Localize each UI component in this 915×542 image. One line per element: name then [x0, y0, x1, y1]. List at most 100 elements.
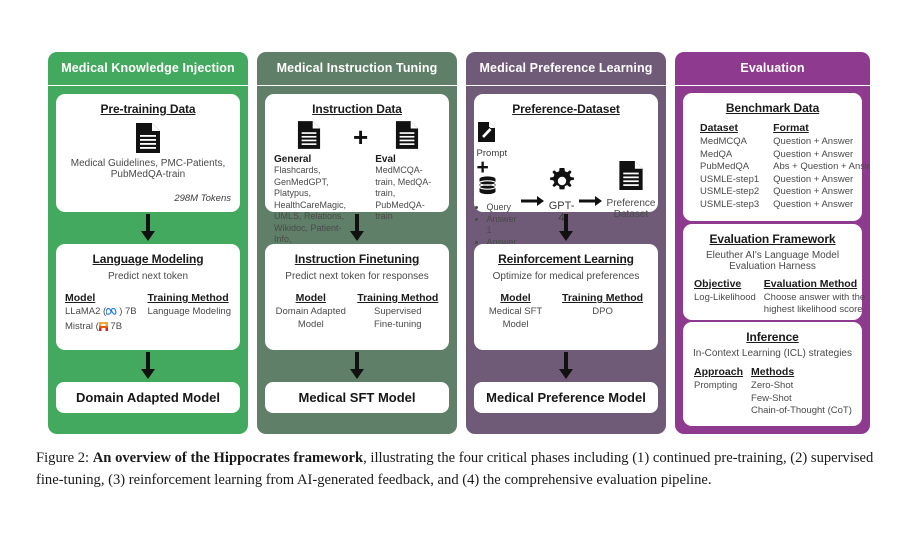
arrow-down-icon	[349, 212, 365, 244]
panel1-body: Pre-training Data Medical Guidelines, PM…	[48, 86, 248, 434]
training-method-column: Training Method Supervised Fine-tuning	[357, 292, 438, 331]
model-value-line1: Medical SFT	[488, 306, 543, 317]
card-title: Benchmark Data	[725, 101, 820, 115]
method-chain-of-thought: Chain-of-Thought (CoT)	[751, 405, 852, 416]
panel-medical-preference-learning: Medical Preference Learning Preference-D…	[466, 52, 666, 434]
framework-sub-line1: Eleuther AI's Language Model	[705, 249, 840, 261]
document-icon	[618, 160, 644, 196]
table-row: Abs + Question + Answer	[773, 161, 870, 172]
framework-sub-line2: Evaluation Harness	[729, 260, 816, 272]
format-column: Format Question + Answer Question + Answ…	[773, 122, 870, 211]
approach-value: Prompting	[694, 380, 738, 391]
column-header: Dataset	[700, 122, 738, 134]
table-row: PubMedQA	[700, 161, 750, 172]
column-header: Training Method	[562, 292, 644, 304]
training-method-column: Training Method DPO	[562, 292, 643, 331]
panel2-body: Instruction Data General Flashcards, Gen…	[257, 86, 457, 434]
document-icon	[297, 120, 323, 152]
arrow-right-1	[520, 173, 545, 207]
general-data-block: General Flashcards, GenMedGPT, Platypus,…	[274, 120, 346, 257]
eval-data-block: Eval MedMCQA-train, MedQA-train, PubMedQ…	[375, 120, 440, 223]
arrow-down-icon	[140, 350, 156, 382]
objective-value: Log-Likelihood	[694, 291, 756, 303]
bullet-answer-1: Answer 1	[487, 214, 517, 237]
panel-medical-instruction-tuning: Medical Instruction Tuning Instruction D…	[257, 52, 457, 434]
table-row: MedMCQA	[700, 136, 747, 147]
preference-dataset-output-block: Preference Dataset	[606, 160, 656, 221]
dataset-column: Dataset MedMCQA MedQA PubMedQA USMLE-ste…	[700, 122, 759, 211]
table-row: Question + Answer	[773, 136, 854, 147]
table-row: USMLE-step3	[700, 198, 760, 210]
database-icon	[477, 176, 498, 200]
panel4-header: Evaluation	[675, 52, 870, 86]
card-evaluation-framework: Evaluation Framework Eleuther AI's Langu…	[683, 223, 866, 320]
model-llama-row: LLaMA2 ( ) 7B	[65, 306, 137, 321]
table-row: Question + Answer	[773, 186, 854, 197]
evaluation-method-line1: Choose answer with the	[763, 291, 866, 303]
output-label-line2: Dataset	[613, 209, 649, 221]
output-label-line1: Preference	[606, 197, 656, 209]
arrow-down-icon	[558, 350, 574, 382]
document-icon	[135, 122, 161, 154]
document-icon	[395, 120, 421, 152]
card-title: Inference	[746, 330, 799, 344]
figure-container: Medical Knowledge Injection Pre-training…	[0, 0, 915, 542]
eval-datasets-text: MedMCQA-train, MedQA-train, PubMedQA-tra…	[375, 165, 432, 221]
figure-caption: Figure 2: An overview of the Hippocrates…	[36, 447, 881, 491]
card-title: Instruction Data	[312, 102, 402, 116]
panel1-header: Medical Knowledge Injection	[48, 52, 248, 86]
card-instruction-finetuning: Instruction Finetuning Predict next toke…	[265, 244, 449, 350]
card-body-text: Medical Guidelines, PMC-Patients, PubMed…	[70, 158, 226, 180]
column-header: Training Method	[147, 292, 229, 304]
gear-icon	[549, 168, 575, 199]
column-header: Format	[773, 122, 809, 134]
training-method-value: DPO	[592, 306, 613, 317]
caption-prefix: Figure 2:	[36, 450, 93, 466]
caption-bold: An overview of the Hippocrates framework	[92, 450, 364, 466]
prompt-pencil-icon	[477, 121, 496, 148]
card-title: Evaluation Framework	[709, 231, 836, 246]
method-few-shot: Few-Shot	[751, 392, 792, 404]
plus-icon: +	[353, 122, 369, 152]
table-row: USMLE-step2	[700, 186, 760, 197]
card-instruction-data: Instruction Data General Flashcards, Gen…	[265, 94, 449, 271]
column-header: Model	[295, 292, 326, 304]
model-column: Model Medical SFT Model	[489, 292, 542, 331]
card-language-modeling: Language Modeling Predict next token Mod…	[56, 244, 240, 350]
table-row: USMLE-step1	[700, 173, 760, 185]
model-column: Model Domain Adapted Model	[276, 292, 346, 331]
card-preference-dataset: Preference-Dataset Prompt + • Query • An…	[474, 94, 658, 274]
column-header: Objective	[694, 277, 742, 290]
card-title: Language Modeling	[92, 252, 204, 266]
panel4-body: Benchmark Data Dataset MedMCQA MedQA Pub…	[675, 86, 870, 434]
model-column: Model LLaMA2 ( ) 7B Mistral ( 7B	[65, 292, 137, 335]
pipeline-panels: Medical Knowledge Injection Pre-training…	[48, 52, 870, 434]
plus-icon: +	[476, 156, 489, 179]
bullet-query: Query	[487, 202, 517, 214]
panel-medical-knowledge-injection: Medical Knowledge Injection Pre-training…	[48, 52, 248, 434]
mistral-label: Mistral (	[65, 320, 99, 332]
card-subtitle: Predict next token	[107, 271, 189, 282]
model-value-line2: Model	[502, 318, 529, 330]
table-row: Question + Answer	[773, 198, 854, 210]
eval-label: Eval	[375, 154, 396, 165]
table-row: Question + Answer	[773, 173, 854, 185]
card-subtitle: In-Context Learning (ICL) strategies	[693, 348, 852, 359]
objective-column: Objective Log-Likelihood	[694, 278, 756, 317]
model-mistral-row: Mistral ( 7B	[65, 321, 137, 336]
output-medical-sft-model: Medical SFT Model	[265, 382, 449, 413]
token-count-note: 298M Tokens	[174, 193, 231, 204]
arrow-down-icon	[349, 350, 365, 382]
evaluation-method-line2: highest likelihood score	[763, 304, 863, 315]
panel-evaluation: Evaluation Benchmark Data Dataset MedMCQ…	[675, 52, 870, 434]
llama-label: LLaMA2 (	[65, 306, 107, 317]
training-method-line2: Fine-tuning	[374, 318, 422, 330]
card-benchmark-data: Benchmark Data Dataset MedMCQA MedQA Pub…	[683, 93, 870, 221]
card-subtitle: Predict next token for responses	[285, 271, 429, 282]
model-value-line2: Model	[297, 318, 324, 330]
llama-size: ) 7B	[119, 306, 137, 317]
column-header: Methods	[751, 366, 795, 378]
column-header: Model	[65, 292, 96, 304]
training-method-line1: Supervised	[374, 306, 422, 317]
card-reinforcement-learning: Reinforcement Learning Optimize for medi…	[474, 244, 658, 350]
